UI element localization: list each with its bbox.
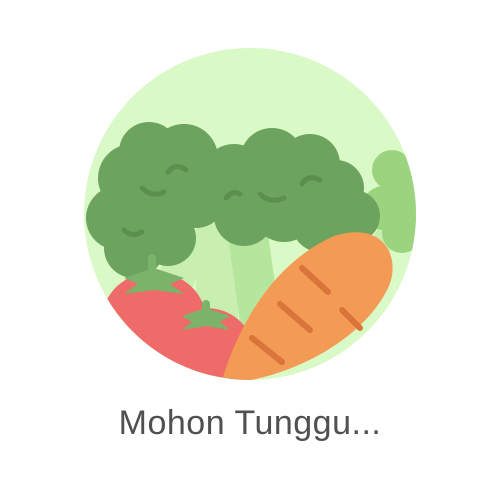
loading-message: Mohon Tunggu... bbox=[118, 404, 382, 442]
loading-screen: Mohon Tunggu... bbox=[0, 0, 500, 500]
vegetables-icon bbox=[84, 48, 416, 380]
